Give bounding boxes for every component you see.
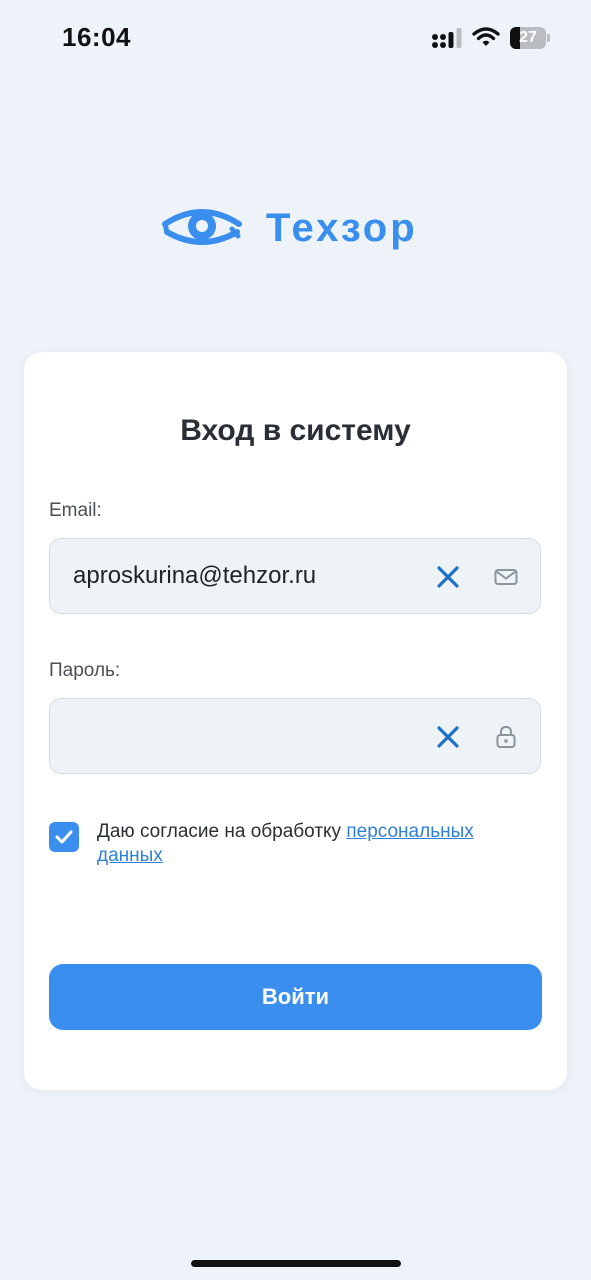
signal-icon [432, 28, 462, 48]
status-bar: 16:04 27 [0, 0, 591, 80]
consent-text: Даю согласие на обработку персональных д… [97, 820, 527, 868]
app-logo: Техзор [162, 200, 418, 256]
login-button[interactable]: Войти [49, 964, 542, 1030]
checkmark-icon [55, 830, 73, 844]
status-time: 16:04 [62, 22, 131, 52]
battery-level: 27 [519, 29, 537, 46]
lock-icon [496, 725, 516, 748]
page-title: Вход в систему [180, 414, 411, 447]
email-value[interactable]: aproskurina@tehzor.ru [73, 539, 316, 615]
password-label: Пароль: [49, 660, 121, 681]
eye-icon [162, 209, 242, 245]
login-card: Вход в систему Email: aproskurina@tehzor… [24, 352, 567, 1090]
email-field[interactable]: aproskurina@tehzor.ru [49, 538, 541, 614]
mail-icon [494, 569, 518, 585]
home-indicator [191, 1260, 401, 1267]
wifi-icon [472, 27, 500, 46]
password-field[interactable] [49, 698, 541, 774]
logo-text: Техзор [266, 205, 418, 250]
clear-email-button[interactable] [434, 563, 462, 591]
clear-password-button[interactable] [434, 723, 462, 751]
battery-indicator: 27 [510, 27, 550, 49]
consent-row: Даю согласие на обработку персональных д… [49, 820, 541, 880]
consent-label: Даю согласие на обработку [97, 821, 347, 842]
email-label: Email: [49, 500, 102, 521]
consent-checkbox[interactable] [49, 822, 79, 852]
